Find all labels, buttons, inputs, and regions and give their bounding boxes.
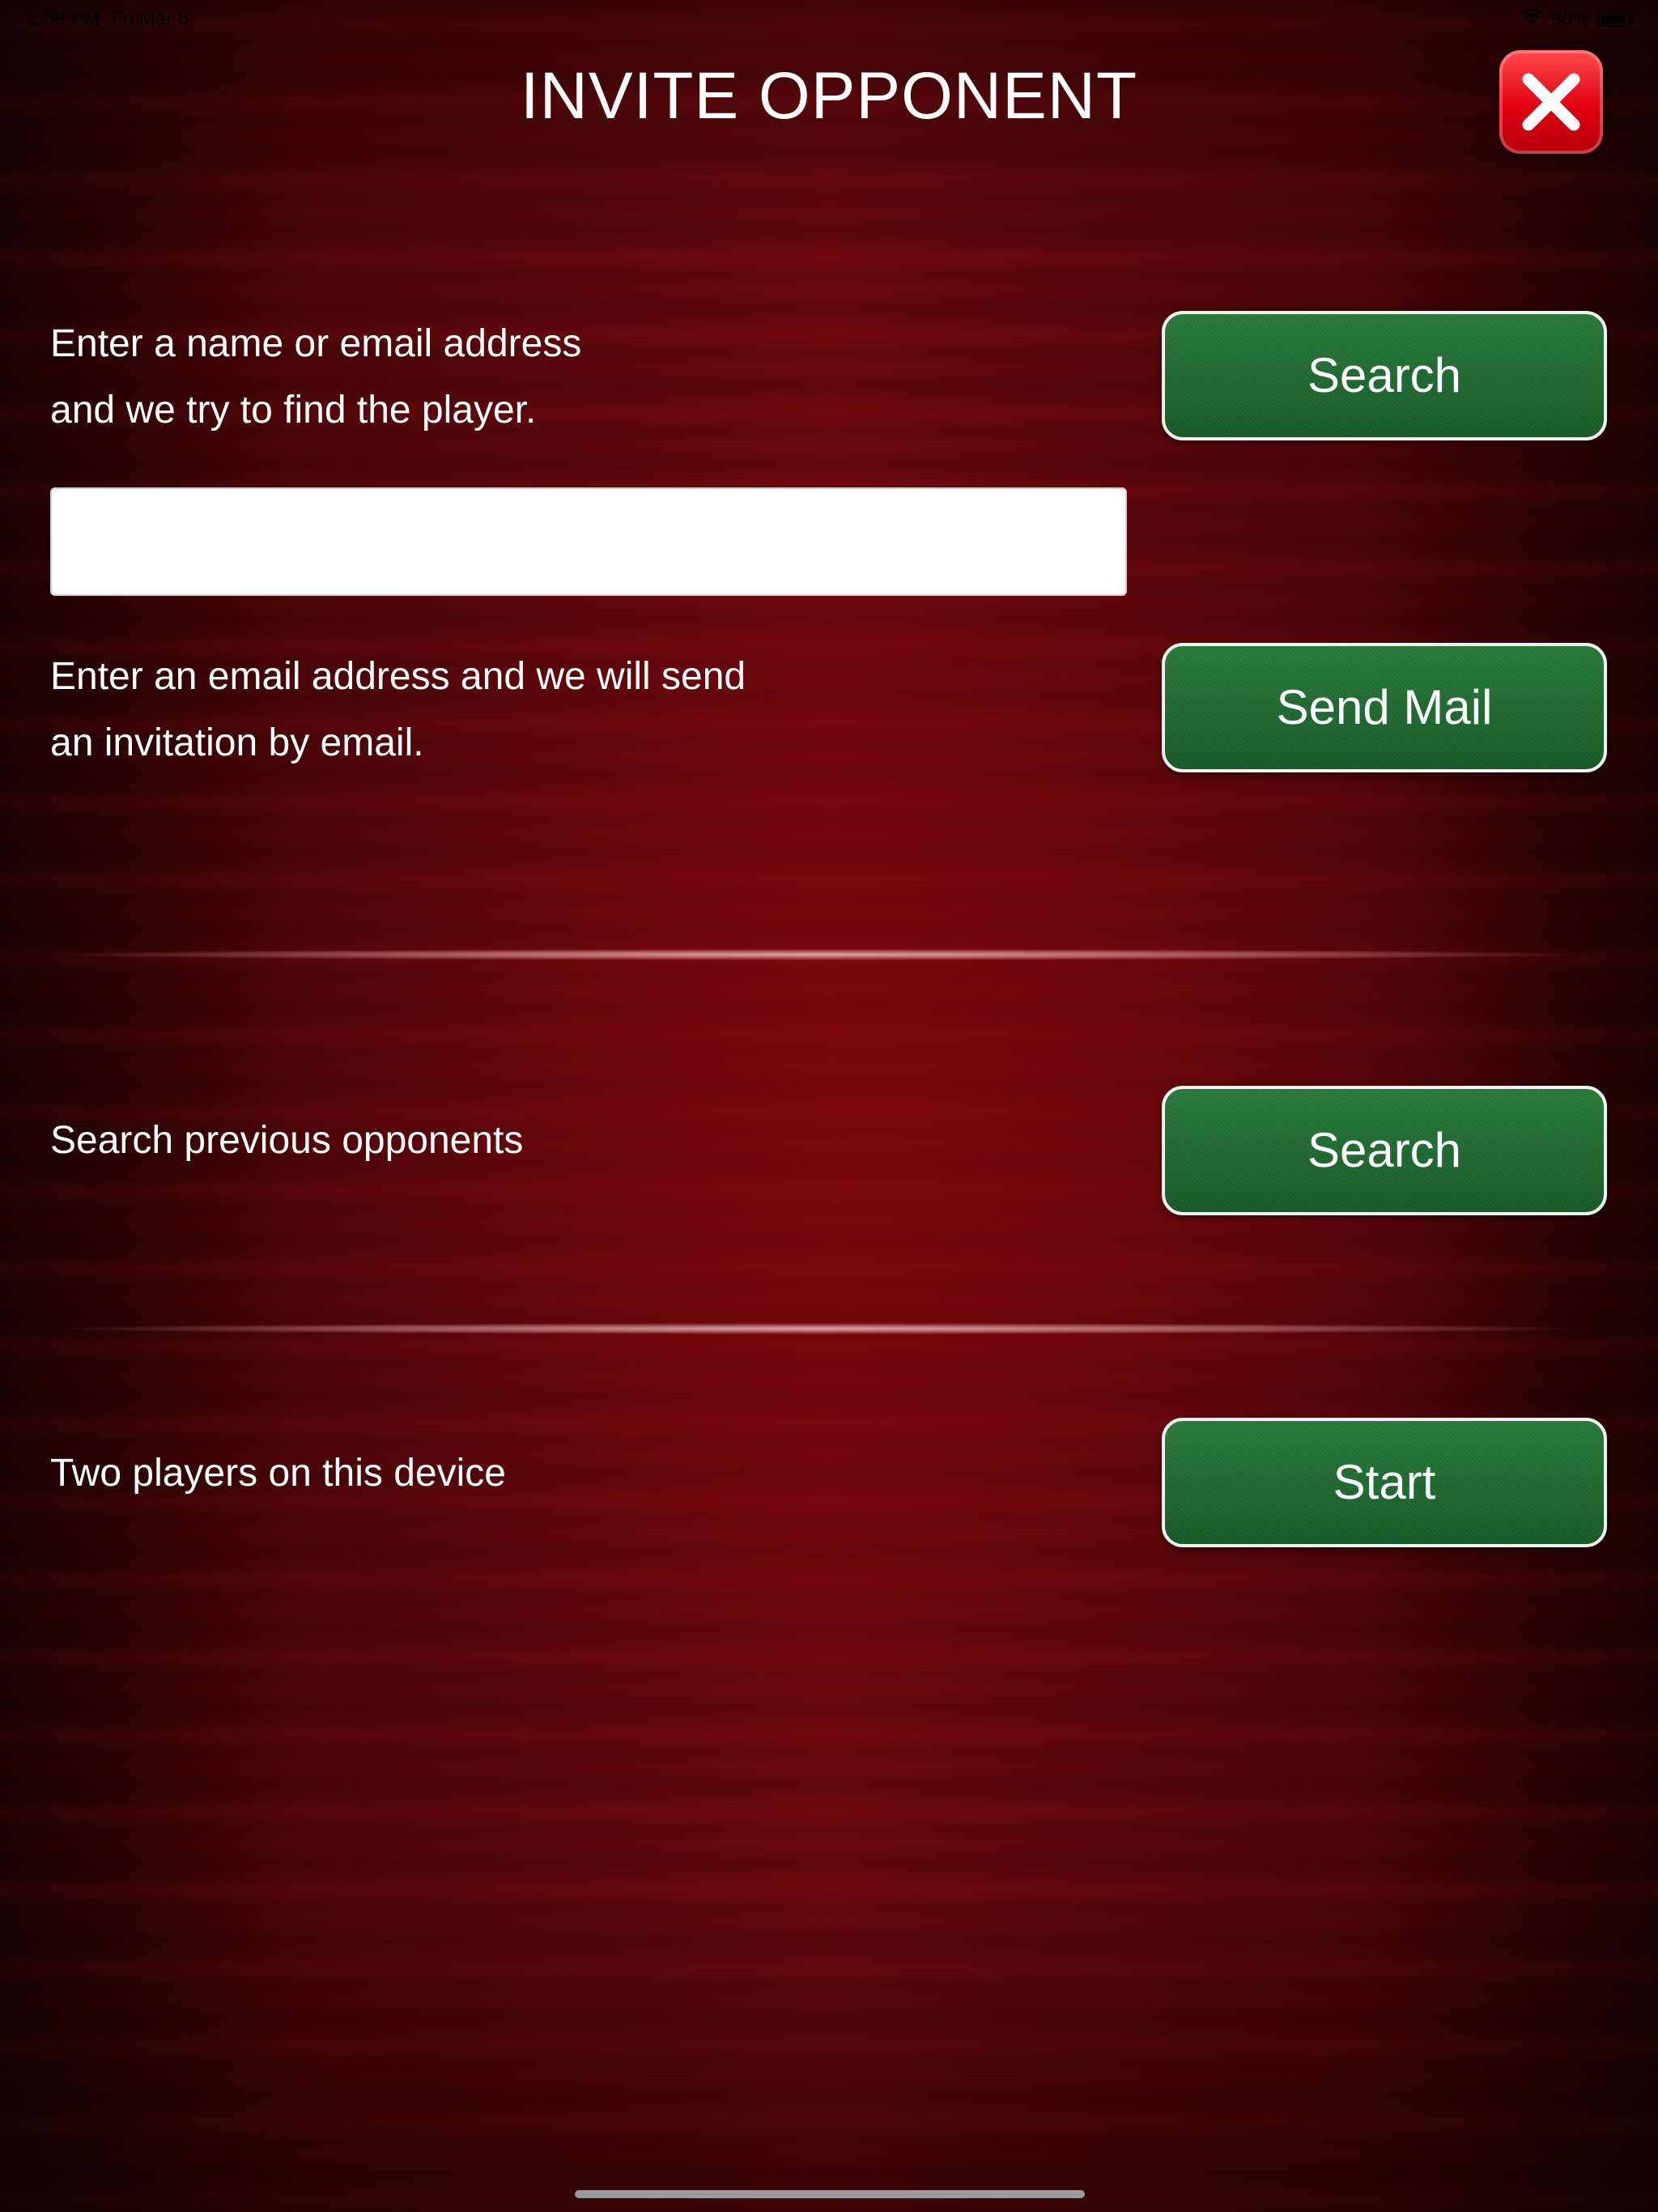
player-search-input[interactable] [50, 487, 1127, 596]
send-mail-button[interactable]: Send Mail [1162, 643, 1607, 772]
status-time: 2:09 PM [28, 8, 100, 30]
status-date: Fri Mar 6 [111, 8, 189, 30]
section-divider [65, 949, 1571, 960]
status-bar: 2:09 PM Fri Mar 6 90% [0, 0, 1658, 39]
close-x-icon [1522, 73, 1580, 131]
email-invite-description-line2: an invitation by email. [50, 721, 424, 764]
email-invite-description-line1: Enter an email address and we will send [50, 655, 746, 698]
wifi-icon [1520, 8, 1543, 31]
battery-icon [1598, 12, 1634, 27]
page-title: INVITE OPPONENT [520, 59, 1138, 133]
home-indicator[interactable] [575, 2190, 1085, 2198]
search-previous-opponents-button[interactable]: Search [1162, 1086, 1607, 1215]
status-left: 2:09 PM Fri Mar 6 [28, 8, 189, 31]
search-player-button[interactable]: Search [1162, 311, 1607, 440]
battery-cap [1631, 17, 1634, 23]
local-game-description: Two players on this device [50, 1452, 506, 1495]
find-player-description-line1: Enter a name or email address [50, 322, 582, 365]
battery-percent: 90% [1550, 8, 1590, 30]
find-player-description: Enter a name or email address and we try… [50, 311, 581, 444]
email-invite-description: Enter an email address and we will send … [50, 644, 746, 776]
battery-fill [1601, 15, 1625, 23]
previous-opponents-description: Search previous opponents [50, 1119, 524, 1162]
find-player-description-line2: and we try to find the player. [50, 389, 537, 432]
status-right: 90% [1520, 8, 1634, 31]
start-local-game-button[interactable]: Start [1162, 1418, 1607, 1547]
section-divider [65, 1323, 1571, 1334]
close-button[interactable] [1499, 50, 1603, 154]
